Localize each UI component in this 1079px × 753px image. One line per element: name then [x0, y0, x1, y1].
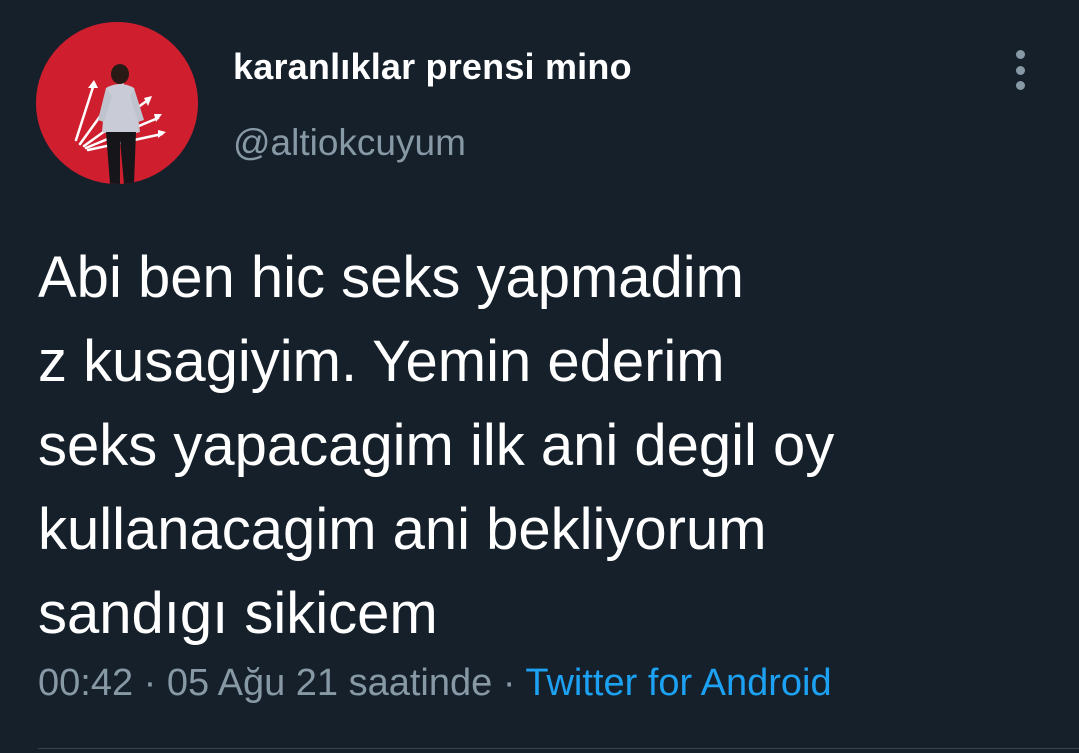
more-vertical-icon[interactable] [1005, 50, 1035, 90]
meta-separator: · [133, 662, 167, 704]
divider [38, 748, 1079, 749]
tweet-time[interactable]: 00:42 [38, 662, 133, 704]
display-name[interactable]: karanlıklar prensi mino [233, 46, 632, 88]
tweet-date[interactable]: 05 Ağu 21 saatinde [167, 662, 492, 704]
more-dot [1015, 50, 1025, 59]
meta-separator: · [492, 662, 526, 704]
tweet-text: Abi ben hic seks yapmadim z kusagiyim. Y… [38, 245, 835, 646]
more-dot [1015, 81, 1025, 90]
more-dot [1015, 65, 1025, 75]
tweet-meta: 00:42 · 05 Ağu 21 saatinde · Twitter for… [38, 662, 832, 705]
user-handle[interactable]: @altiokcuyum [233, 122, 466, 164]
avatar-image [36, 22, 198, 184]
avatar[interactable] [36, 22, 198, 184]
tweet-source-link[interactable]: Twitter for Android [525, 662, 831, 704]
